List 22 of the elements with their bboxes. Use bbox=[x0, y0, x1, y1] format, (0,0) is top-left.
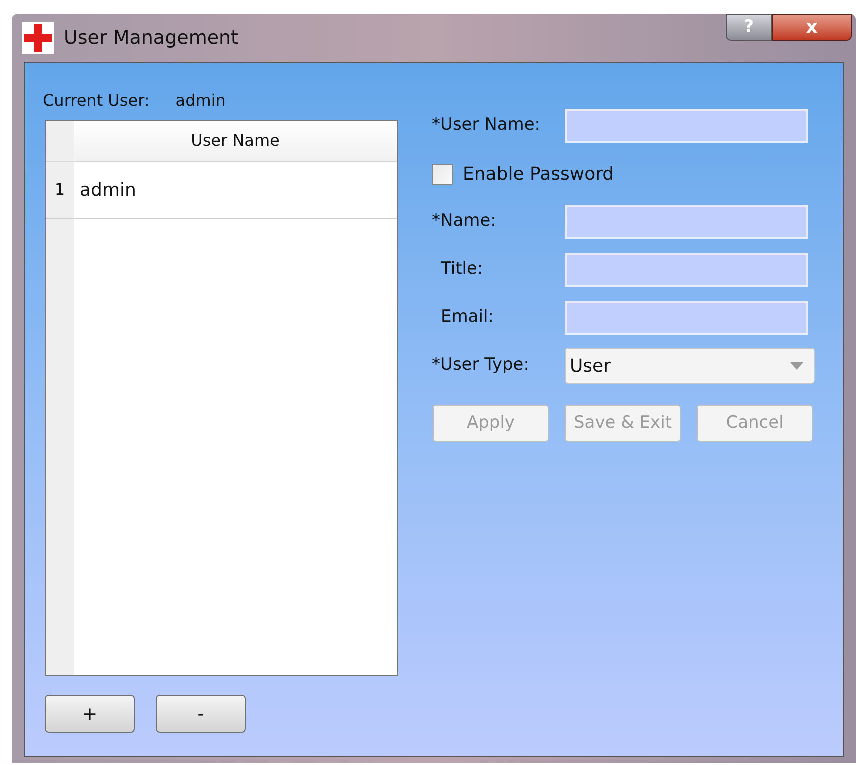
field-label: Email: bbox=[440, 306, 495, 330]
input-field[interactable] bbox=[565, 109, 808, 143]
window-title: User Management bbox=[64, 26, 239, 51]
checkbox[interactable] bbox=[432, 164, 453, 184]
user-type-dropdown[interactable]: User bbox=[565, 348, 815, 384]
cross-icon bbox=[22, 22, 54, 54]
remove-button[interactable]: - bbox=[156, 695, 246, 733]
field-label: *User Type: bbox=[432, 354, 530, 378]
input-field[interactable] bbox=[565, 253, 808, 287]
checkbox-label: Enable Password bbox=[463, 162, 614, 186]
input-field[interactable] bbox=[565, 205, 808, 239]
input-field[interactable] bbox=[565, 301, 808, 335]
row-number: 1 bbox=[54, 179, 66, 201]
dropdown-arrow-icon bbox=[790, 362, 804, 370]
current-user-value: admin bbox=[176, 90, 226, 112]
close-button[interactable]: x bbox=[772, 14, 852, 41]
field-label: *Name: bbox=[432, 210, 498, 234]
field-label: *User Name: bbox=[432, 114, 542, 138]
add-button[interactable]: + bbox=[45, 695, 135, 733]
current-user-label: Current User: bbox=[43, 90, 150, 112]
table-cell[interactable]: admin bbox=[74, 162, 397, 218]
field-label: Title: bbox=[440, 258, 484, 282]
